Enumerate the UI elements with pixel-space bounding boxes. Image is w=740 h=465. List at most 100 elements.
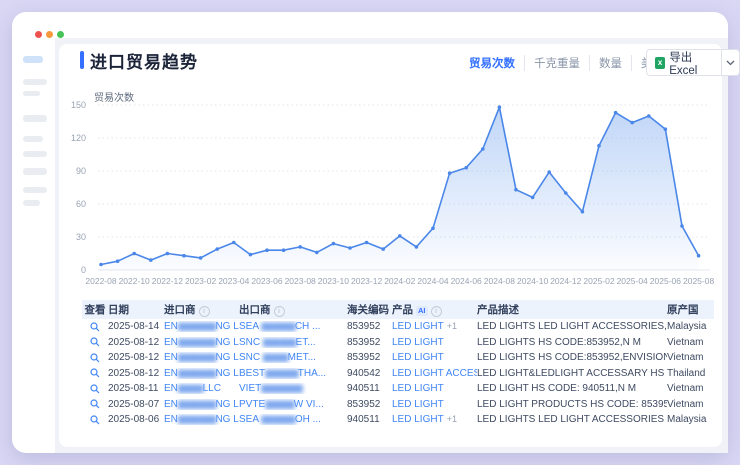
date-cell: 2025-08-06 xyxy=(108,414,164,425)
date-cell: 2025-08-11 xyxy=(108,383,164,394)
search-icon[interactable] xyxy=(90,368,100,378)
sidebar-item[interactable] xyxy=(23,136,43,142)
hs-code-cell: 853952 xyxy=(347,399,392,410)
product-link[interactable]: LED LIGHT ACCESSORY xyxy=(392,368,477,379)
hs-code-cell: 853952 xyxy=(347,321,392,332)
col-view: 查看 xyxy=(82,302,108,317)
window-zoom-icon[interactable] xyxy=(57,31,64,38)
search-icon[interactable] xyxy=(90,322,100,332)
exporter-link[interactable]: SNC ████ ████ET... xyxy=(239,337,347,348)
sidebar-item[interactable] xyxy=(23,168,47,175)
col-hs-code: 海关编码 xyxy=(347,302,392,317)
product-link[interactable]: LED LIGHT xyxy=(392,399,444,410)
origin-cell: Malaysia xyxy=(667,321,714,332)
trade-records-table: 查看 日期 进口商i 出口商i 海关编码 产品AIi 产品描述 原产国 2025… xyxy=(82,300,714,428)
y-tick-label: 120 xyxy=(56,133,86,143)
description-cell: LED LIGHTS HS CODE:853952,N M xyxy=(477,337,667,348)
date-cell: 2025-08-12 xyxy=(108,352,164,363)
hs-code-cell: 940511 xyxy=(347,383,392,394)
search-icon[interactable] xyxy=(90,415,100,425)
search-icon[interactable] xyxy=(90,337,100,347)
importer-link[interactable]: EN█████ █LLC xyxy=(164,383,239,394)
tab-quantity[interactable]: 数量 xyxy=(589,55,631,71)
product-link[interactable]: LED LIGHT xyxy=(392,383,444,394)
table-row: 2025-08-11 EN█████ █LLC VIET███ ███████ … xyxy=(82,381,714,397)
description-cell: LED LIGHTS LED LIGHT ACCESSORIES,ENVISIO… xyxy=(477,321,667,332)
search-icon[interactable] xyxy=(90,384,100,394)
y-tick-label: 90 xyxy=(56,166,86,176)
export-excel-button[interactable]: x 导出Excel xyxy=(647,49,721,77)
col-origin: 原产国 xyxy=(667,302,714,317)
search-icon[interactable] xyxy=(90,399,100,409)
sidebar-item[interactable] xyxy=(23,79,47,85)
product-link[interactable]: LED LIGHT xyxy=(392,414,444,425)
chevron-down-icon xyxy=(726,60,735,66)
sidebar-item[interactable] xyxy=(23,187,47,193)
importer-link[interactable]: EN██ ███ ████NG L... xyxy=(164,321,239,332)
table-row: 2025-08-06 EN██ ███ ████NG L... SEA ███ … xyxy=(82,412,714,428)
importer-link[interactable]: EN██ ███ ████NG L... xyxy=(164,337,239,348)
product-link[interactable]: LED LIGHT xyxy=(392,321,444,332)
importer-link[interactable]: EN██ ███ ████NG L... xyxy=(164,399,239,410)
info-icon[interactable]: i xyxy=(199,306,210,317)
window-minimize-icon[interactable] xyxy=(46,31,53,38)
description-cell: LED LIGHT&LEDLIGHT ACCESSARY HS CODE: 94… xyxy=(477,368,667,379)
search-icon[interactable] xyxy=(90,353,100,363)
table-header-row: 查看 日期 进口商i 出口商i 海关编码 产品AIi 产品描述 原产国 xyxy=(82,300,714,319)
importer-link[interactable]: EN██ ███ ████NG L... xyxy=(164,414,239,425)
ai-badge: AI xyxy=(416,306,428,316)
origin-cell: Vietnam xyxy=(667,337,714,348)
date-cell: 2025-08-12 xyxy=(108,368,164,379)
y-tick-label: 0 xyxy=(56,265,86,275)
exporter-link[interactable]: SEA ███ ████ █CH ... xyxy=(239,321,347,332)
importer-link[interactable]: EN██ ███ ████NG L... xyxy=(164,368,239,379)
sidebar-item[interactable] xyxy=(23,200,40,206)
exporter-link[interactable]: SNC ███ ███MET... xyxy=(239,352,347,363)
col-exporter: 出口商i xyxy=(239,302,347,317)
origin-cell: Malaysia xyxy=(667,414,714,425)
excel-icon: x xyxy=(655,57,665,69)
origin-cell: Vietnam xyxy=(667,399,714,410)
tab-trade-count[interactable]: 贸易次数 xyxy=(460,55,524,71)
hs-code-cell: 853952 xyxy=(347,337,392,348)
description-cell: LED LIGHTS HS CODE:853952,ENVISIONLED xyxy=(477,352,667,363)
product-link[interactable]: LED LIGHT xyxy=(392,352,444,363)
sidebar-item[interactable] xyxy=(23,151,47,157)
sidebar-item-active[interactable] xyxy=(23,56,43,63)
exporter-link[interactable]: VIET███ ███████ xyxy=(239,383,347,394)
col-description: 产品描述 xyxy=(477,302,667,317)
sidebar-item[interactable] xyxy=(23,91,40,96)
y-tick-label: 150 xyxy=(56,100,86,110)
col-product: 产品AIi xyxy=(392,302,477,317)
table-row: 2025-08-07 EN██ ███ ████NG L... PVTE██ █… xyxy=(82,397,714,413)
description-cell: LED LIGHT PRODUCTS HS CODE: 853952,NUWAT… xyxy=(477,399,667,410)
origin-cell: Thailand xyxy=(667,368,714,379)
exporter-link[interactable]: BEST███ █████THA... xyxy=(239,368,347,379)
product-extra-count: +1 xyxy=(447,321,457,331)
table-row: 2025-08-12 EN██ ███ ████NG L... SNC ████… xyxy=(82,335,714,351)
info-icon[interactable]: i xyxy=(274,306,285,317)
origin-cell: Vietnam xyxy=(667,352,714,363)
exporter-link[interactable]: SEA ███ ████ █OH ... xyxy=(239,414,347,425)
trend-area-chart xyxy=(94,100,716,285)
importer-link[interactable]: EN██ ███ ████NG L... xyxy=(164,352,239,363)
date-cell: 2025-08-14 xyxy=(108,321,164,332)
exporter-link[interactable]: PVTE██ █████W VI... xyxy=(239,399,347,410)
description-cell: LED LIGHT HS CODE: 940511,N M xyxy=(477,383,667,394)
hs-code-cell: 940511 xyxy=(347,414,392,425)
window-close-icon[interactable] xyxy=(35,31,42,38)
origin-cell: Vietnam xyxy=(667,383,714,394)
export-split-button: x 导出Excel xyxy=(646,49,740,76)
sidebar-item[interactable] xyxy=(23,115,47,122)
tab-kg-weight[interactable]: 千克重量 xyxy=(524,55,589,71)
hs-code-cell: 940542 xyxy=(347,368,392,379)
page-title: 进口贸易趋势 xyxy=(90,48,198,73)
y-tick-label: 60 xyxy=(56,199,86,209)
export-dropdown-button[interactable] xyxy=(721,50,739,75)
table-row: 2025-08-14 EN██ ███ ████NG L... SEA ███ … xyxy=(82,319,714,335)
product-link[interactable]: LED LIGHT xyxy=(392,337,444,348)
y-tick-label: 30 xyxy=(56,232,86,242)
info-icon[interactable]: i xyxy=(431,306,442,317)
table-row: 2025-08-12 EN██ ███ ████NG L... BEST███ … xyxy=(82,366,714,382)
date-cell: 2025-08-12 xyxy=(108,337,164,348)
